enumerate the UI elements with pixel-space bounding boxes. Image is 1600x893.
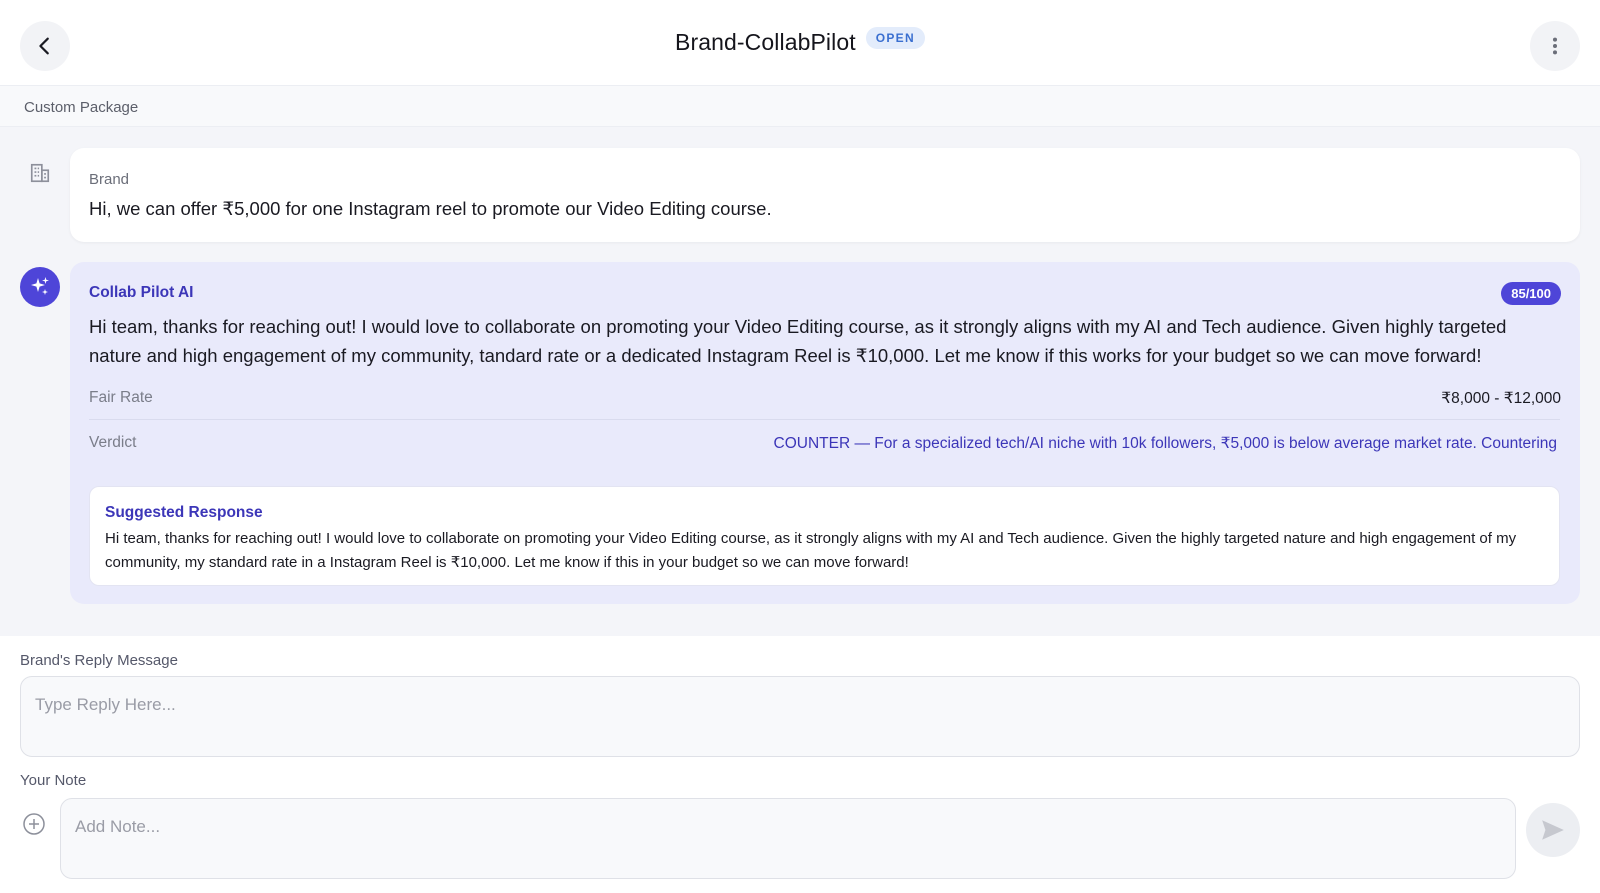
fair-rate-label: Fair Rate xyxy=(89,389,153,406)
note-input[interactable] xyxy=(60,798,1516,879)
page-title: Brand-CollabPilot xyxy=(675,28,856,55)
chevron-left-icon xyxy=(39,37,49,55)
sparkles-icon xyxy=(31,277,49,295)
ai-sender-label: Collab Pilot AI xyxy=(89,284,194,301)
ai-message-card: Collab Pilot AI 85/100 Hi team, thanks f… xyxy=(70,262,1580,604)
package-label: Custom Package xyxy=(24,99,139,116)
more-vertical-icon xyxy=(1552,37,1558,55)
suggested-response-title: Suggested Response xyxy=(105,504,263,521)
brand-sender-label: Brand xyxy=(89,171,130,188)
verdict-value: COUNTER — For a specialized tech/AI nich… xyxy=(773,435,1557,452)
add-attachment-button[interactable] xyxy=(22,812,46,836)
ai-message-text: Hi team, thanks for reaching out! I woul… xyxy=(89,316,1507,366)
suggested-response-box[interactable]: Suggested Response Hi team, thanks for r… xyxy=(89,486,1560,586)
more-options-button[interactable] xyxy=(1530,21,1580,71)
top-bar: Brand-CollabPilot OPEN xyxy=(0,0,1600,86)
status-badge: OPEN xyxy=(865,27,925,49)
suggested-response-text: Hi team, thanks for reaching out! I woul… xyxy=(105,530,1517,571)
send-button[interactable] xyxy=(1526,803,1580,857)
score-badge: 85/100 xyxy=(1501,282,1561,305)
building-icon xyxy=(29,162,51,184)
reply-input[interactable] xyxy=(20,676,1580,757)
note-label: Your Note xyxy=(20,772,87,789)
ai-avatar xyxy=(20,267,60,307)
verdict-label: Verdict xyxy=(89,434,137,451)
back-button[interactable] xyxy=(20,21,70,71)
plus-circle-icon xyxy=(23,813,45,835)
brand-message-card: Brand Hi, we can offer ₹5,000 for one In… xyxy=(70,148,1580,242)
reply-label: Brand's Reply Message xyxy=(20,652,178,669)
package-bar: Custom Package xyxy=(0,86,1600,127)
divider xyxy=(89,419,1560,420)
brand-message-text: Hi, we can offer ₹5,000 for one Instagra… xyxy=(89,198,772,219)
title-area: Brand-CollabPilot OPEN xyxy=(0,0,1600,86)
send-icon xyxy=(1542,820,1564,840)
fair-rate-value: ₹8,000 - ₹12,000 xyxy=(1441,390,1561,407)
